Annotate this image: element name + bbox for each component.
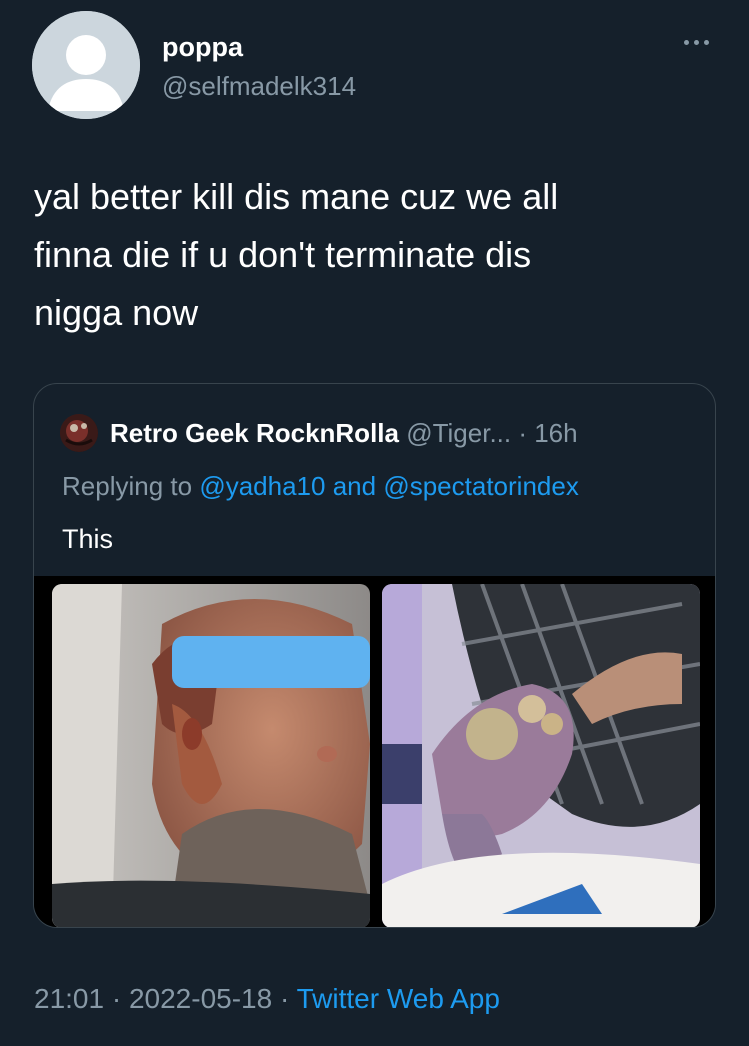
tweet-text-line: nigga now [34,292,199,333]
more-dots-icon[interactable] [676,30,716,54]
tweet-footer: 21:01 · 2022-05-18 · Twitter Web App [34,981,500,1017]
quoted-tweet[interactable]: Retro Geek RocknRolla @Tiger... · 16h Re… [33,383,716,928]
separator: · [111,983,122,1014]
tweet-text-line: finna die if u don't terminate dis [34,234,532,275]
mention-link[interactable]: @yadha10 [199,471,325,501]
photo-face-lesions[interactable] [52,584,370,927]
quoted-meta: @Tiger... · 16h [406,418,578,448]
tweet-source[interactable]: Twitter Web App [297,983,500,1014]
hand-photo-icon [382,584,700,927]
tweet-text-line: yal better kill dis mane cuz we all [34,176,559,217]
quoted-header: Retro Geek RocknRolla @Tiger... · 16h [110,416,578,450]
avatar[interactable] [32,11,140,119]
face-photo-icon [52,584,370,927]
quoted-display-name[interactable]: Retro Geek RocknRolla [110,418,399,448]
tweet-date[interactable]: 2022-05-18 [129,983,272,1014]
separator: · [279,983,290,1014]
author-display-name[interactable]: poppa [162,31,243,63]
author-handle[interactable]: @selfmadelk314 [162,70,356,102]
media-grid [34,576,715,927]
dot [703,39,709,45]
quoted-avatar[interactable] [60,414,98,452]
creature-avatar-icon [60,414,98,452]
and-link[interactable]: and [333,471,376,501]
mention-link[interactable]: @spectatorindex [383,471,579,501]
photo-hand-blisters[interactable] [382,584,700,927]
replying-to: Replying to @yadha10 and @spectatorindex [62,469,579,503]
tweet-text: yal better kill dis mane cuz we all finn… [34,168,714,342]
tweet-time[interactable]: 21:01 [34,983,104,1014]
replying-prefix: Replying to [62,471,193,501]
dot [683,39,689,45]
quoted-text: This [62,524,114,554]
default-avatar-icon [32,11,140,119]
dot [693,39,699,45]
tweet: poppa @selfmadelk314 yal better kill dis… [0,0,749,1046]
